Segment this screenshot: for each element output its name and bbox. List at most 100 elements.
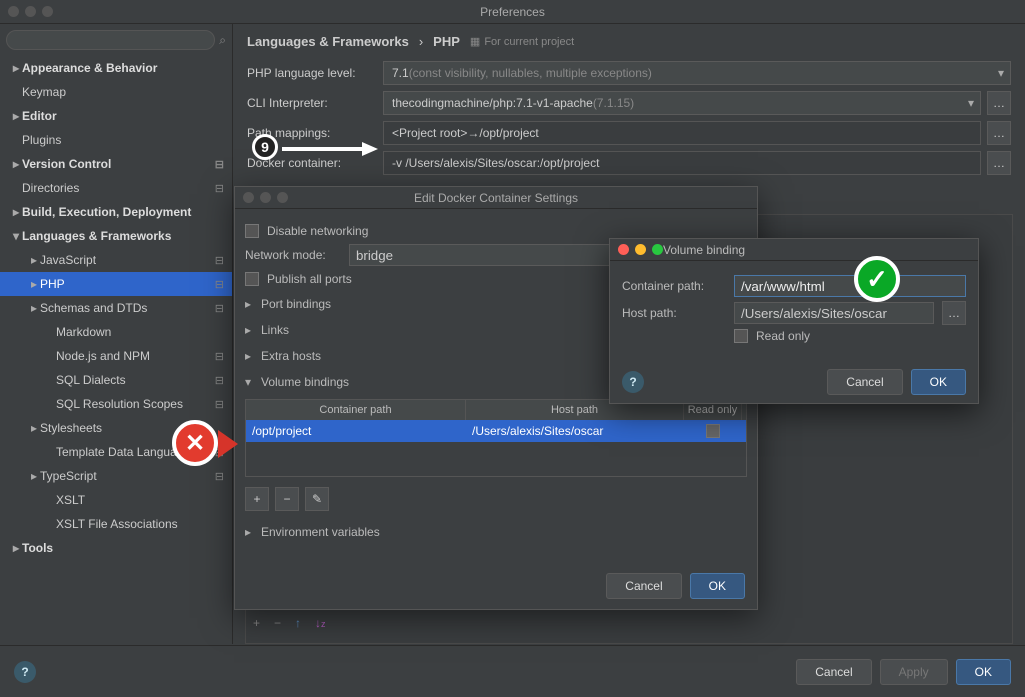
docker-container-field[interactable]: -v /Users/alexis/Sites/oscar:/opt/projec… bbox=[383, 151, 981, 175]
expand-arrow-icon: ▸ bbox=[28, 277, 40, 291]
sidebar-item-label: SQL Dialects bbox=[56, 373, 126, 387]
docker-more-button[interactable]: … bbox=[987, 151, 1011, 175]
dialog-footer: ? Cancel Apply OK bbox=[0, 645, 1025, 697]
sidebar-item-languages-frameworks[interactable]: ▾Languages & Frameworks bbox=[0, 224, 232, 248]
sidebar-item-typescript[interactable]: ▸TypeScript⊟ bbox=[0, 464, 232, 488]
breadcrumb-leaf: PHP bbox=[433, 34, 460, 49]
volume-binding-dialog: Volume binding Container path: Host path… bbox=[609, 238, 979, 404]
remove-icon[interactable]: − bbox=[274, 616, 281, 630]
project-icon: ▦ bbox=[470, 35, 480, 48]
sidebar-item-tools[interactable]: ▸Tools bbox=[0, 536, 232, 560]
sidebar-item-label: XSLT File Associations bbox=[56, 517, 178, 531]
sidebar-item-javascript[interactable]: ▸JavaScript⊟ bbox=[0, 248, 232, 272]
preferences-sidebar: ⌕ ▸Appearance & BehaviorKeymap▸EditorPlu… bbox=[0, 24, 233, 644]
annotation-arrow bbox=[282, 140, 378, 158]
sidebar-item-label: Tools bbox=[22, 541, 53, 555]
sidebar-item-xslt-file-associations[interactable]: XSLT File Associations bbox=[0, 512, 232, 536]
dlg2-ok-button[interactable]: OK bbox=[911, 369, 966, 395]
scope-icon: ⊟ bbox=[215, 254, 224, 267]
expand-arrow-icon: ▸ bbox=[28, 253, 40, 267]
disable-networking-label: Disable networking bbox=[267, 224, 368, 238]
search-icon: ⌕ bbox=[219, 33, 226, 48]
cli-select[interactable]: thecodingmachine/php:7.1-v1-apache (7.1.… bbox=[383, 91, 981, 115]
help-button[interactable]: ? bbox=[14, 661, 36, 683]
sidebar-item-node-js-and-npm[interactable]: Node.js and NPM⊟ bbox=[0, 344, 232, 368]
sidebar-item-build-execution-deployment[interactable]: ▸Build, Execution, Deployment bbox=[0, 200, 232, 224]
scope-icon: ⊟ bbox=[215, 398, 224, 411]
help-button[interactable]: ? bbox=[622, 371, 644, 393]
sidebar-item-label: Schemas and DTDs bbox=[40, 301, 147, 315]
sidebar-item-label: Keymap bbox=[22, 85, 66, 99]
sidebar-item-keymap[interactable]: Keymap bbox=[0, 80, 232, 104]
sidebar-item-markdown[interactable]: Markdown bbox=[0, 320, 232, 344]
dlg1-cancel-button[interactable]: Cancel bbox=[606, 573, 681, 599]
sidebar-item-sql-resolution-scopes[interactable]: SQL Resolution Scopes ⊟ bbox=[0, 392, 232, 416]
sidebar-item-plugins[interactable]: Plugins bbox=[0, 128, 232, 152]
readonly-label: Read only bbox=[756, 329, 810, 343]
breadcrumb-root[interactable]: Languages & Frameworks bbox=[247, 34, 409, 49]
sidebar-item-schemas-and-dtds[interactable]: ▸Schemas and DTDs ⊟ bbox=[0, 296, 232, 320]
cancel-button[interactable]: Cancel bbox=[796, 659, 871, 685]
cli-label: CLI Interpreter: bbox=[247, 96, 377, 110]
search-input[interactable] bbox=[6, 30, 215, 50]
annotation-check-badge bbox=[854, 256, 900, 302]
sidebar-item-label: Editor bbox=[22, 109, 57, 123]
publish-all-label: Publish all ports bbox=[267, 272, 352, 286]
map-more-button[interactable]: … bbox=[987, 121, 1011, 145]
sidebar-item-label: SQL Resolution Scopes bbox=[56, 397, 183, 411]
max-dot[interactable] bbox=[652, 244, 663, 255]
browse-button[interactable]: … bbox=[942, 301, 966, 325]
dlg2-cancel-button[interactable]: Cancel bbox=[827, 369, 902, 395]
container-path-label: Container path: bbox=[622, 279, 726, 293]
down-icon[interactable]: ↓z bbox=[315, 616, 326, 630]
sidebar-item-appearance-behavior[interactable]: ▸Appearance & Behavior bbox=[0, 56, 232, 80]
min-dot[interactable] bbox=[635, 244, 646, 255]
sidebar-item-label: Build, Execution, Deployment bbox=[22, 205, 191, 219]
sidebar-item-sql-dialects[interactable]: SQL Dialects ⊟ bbox=[0, 368, 232, 392]
sidebar-item-php[interactable]: ▸PHP⊟ bbox=[0, 272, 232, 296]
disable-networking-checkbox[interactable] bbox=[245, 224, 259, 238]
add-icon[interactable]: + bbox=[253, 616, 260, 630]
scope-icon: ⊟ bbox=[215, 302, 224, 315]
dlg1-ok-button[interactable]: OK bbox=[690, 573, 745, 599]
table-row[interactable]: /opt/project /Users/alexis/Sites/oscar bbox=[246, 420, 746, 442]
row-readonly-checkbox[interactable] bbox=[706, 424, 720, 438]
chevron-right-icon: › bbox=[419, 34, 423, 49]
readonly-checkbox[interactable] bbox=[734, 329, 748, 343]
edit-volume-button[interactable]: ✎ bbox=[305, 487, 329, 511]
dialog-title: Volume binding bbox=[663, 243, 745, 257]
expand-arrow-icon: ▸ bbox=[10, 205, 22, 219]
scope-icon: ⊟ bbox=[215, 158, 224, 171]
annotation-step-9: 9 bbox=[252, 134, 278, 160]
lang-level-select[interactable]: 7.1 (const visibility, nullables, multip… bbox=[383, 61, 1011, 85]
settings-tree[interactable]: ▸Appearance & BehaviorKeymap▸EditorPlugi… bbox=[0, 56, 232, 644]
scope-icon: ⊟ bbox=[215, 374, 224, 387]
scope-icon: ⊟ bbox=[215, 350, 224, 363]
env-vars-section[interactable]: ▸Environment variables bbox=[245, 519, 747, 545]
panel-toolbar: + − ↑ ↓z bbox=[253, 616, 326, 630]
add-volume-button[interactable]: + bbox=[245, 487, 269, 511]
sidebar-item-xslt[interactable]: XSLT bbox=[0, 488, 232, 512]
sidebar-item-version-control[interactable]: ▸Version Control⊟ bbox=[0, 152, 232, 176]
close-dot[interactable] bbox=[618, 244, 629, 255]
breadcrumb-hint: For current project bbox=[484, 36, 574, 48]
up-icon[interactable]: ↑ bbox=[295, 616, 301, 630]
dialog-title: Edit Docker Container Settings bbox=[235, 191, 757, 205]
expand-arrow-icon: ▸ bbox=[28, 301, 40, 315]
ok-button[interactable]: OK bbox=[956, 659, 1011, 685]
sidebar-item-label: PHP bbox=[40, 277, 65, 291]
path-mappings-field[interactable]: <Project root>→/opt/project bbox=[383, 121, 981, 145]
sidebar-item-editor[interactable]: ▸Editor bbox=[0, 104, 232, 128]
expand-arrow-icon: ▸ bbox=[10, 61, 22, 75]
container-path-input[interactable] bbox=[734, 275, 966, 297]
breadcrumb: Languages & Frameworks › PHP ▦ For curren… bbox=[247, 34, 1011, 49]
remove-volume-button[interactable]: − bbox=[275, 487, 299, 511]
publish-all-checkbox[interactable] bbox=[245, 272, 259, 286]
sidebar-item-label: Directories bbox=[22, 181, 79, 195]
cli-more-button[interactable]: … bbox=[987, 91, 1011, 115]
expand-arrow-icon: ▸ bbox=[10, 541, 22, 555]
host-path-input[interactable] bbox=[734, 302, 934, 324]
sidebar-item-label: XSLT bbox=[56, 493, 85, 507]
sidebar-item-directories[interactable]: Directories⊟ bbox=[0, 176, 232, 200]
network-mode-label: Network mode: bbox=[245, 248, 341, 262]
